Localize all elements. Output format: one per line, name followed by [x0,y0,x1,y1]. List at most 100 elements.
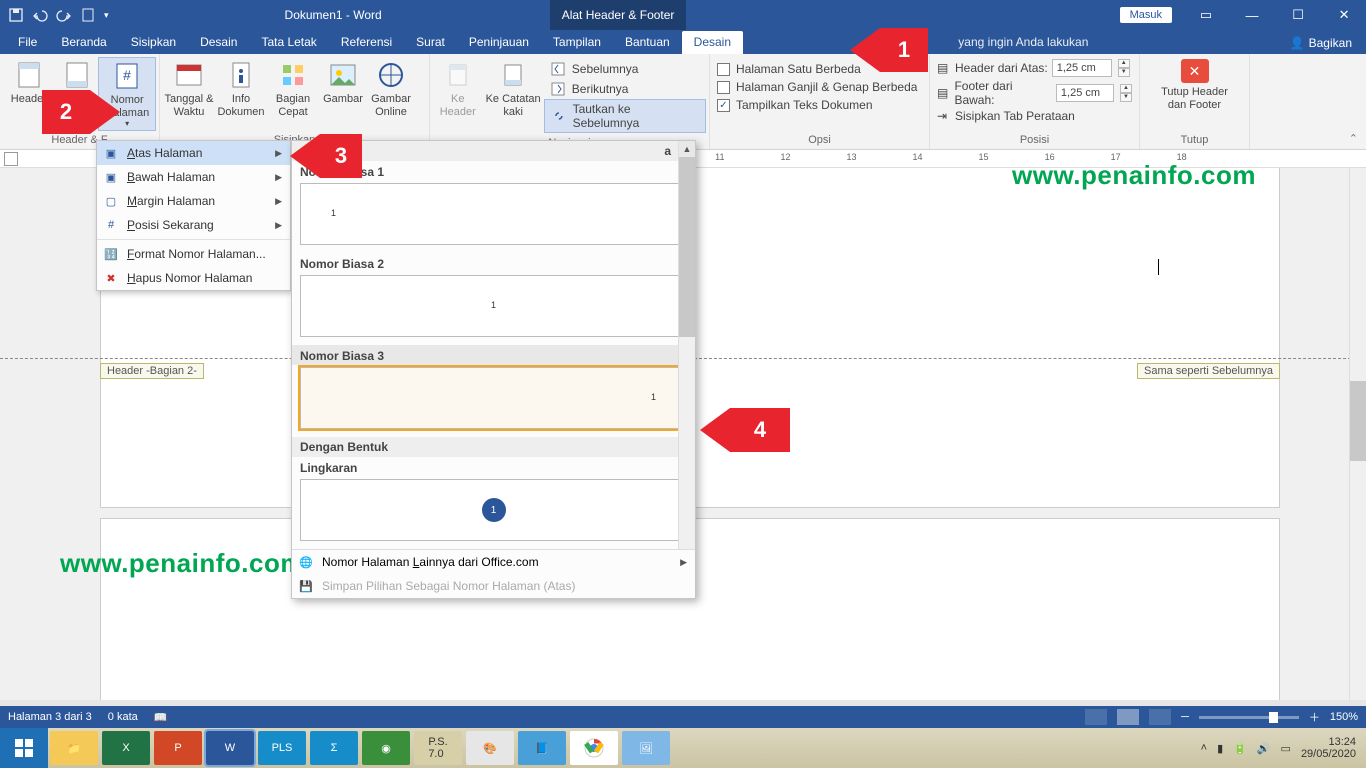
menu-format-page-numbers[interactable]: 🔢 Format Nomor Halaman... [97,242,290,266]
touch-mode-icon[interactable] [80,7,96,23]
tab-selector-icon[interactable] [4,152,18,166]
tray-lang-icon[interactable]: ▭ [1281,742,1291,755]
taskbar-notepad-icon[interactable]: 📘 [518,731,566,765]
tab-home[interactable]: Beranda [49,31,118,54]
date-time-button[interactable]: Tanggal & Waktu [163,57,215,120]
ribbon-display-icon[interactable]: ▭ [1184,0,1228,30]
tell-me-box[interactable]: yang ingin Anda lakukan [918,31,1100,54]
zoom-out-icon[interactable]: ─ [1181,711,1189,723]
tray-clock[interactable]: 13:24 29/05/2020 [1301,736,1356,760]
zoom-in-icon[interactable]: ＋ [1309,709,1320,725]
spinner-icon[interactable]: ▲▼ [1120,84,1132,102]
tab-file[interactable]: File [6,31,49,54]
doc-info-button[interactable]: Info Dokumen [215,57,267,120]
tab-insert[interactable]: Sisipkan [119,31,188,54]
different-odd-even-check[interactable]: Halaman Ganjil & Genap Berbeda [713,78,926,96]
close-header-footer-button[interactable]: ✕ Tutup Header dan Footer [1145,57,1245,113]
gallery-save-selection: 💾 Simpan Pilihan Sebagai Nomor Halaman (… [292,574,695,598]
menu-top-of-page[interactable]: ▣ Atas Halaman ▶ [97,141,290,165]
previous-button[interactable]: Sebelumnya [544,59,706,79]
read-mode-icon[interactable] [1085,709,1107,725]
tray-volume-icon[interactable]: 🔊 [1257,742,1271,755]
tray-chevron-icon[interactable]: ˄ [1201,742,1207,754]
office-icon: 🌐 [298,554,314,570]
status-proofing-icon[interactable]: 📖 [154,711,168,724]
gallery-plain-number-3[interactable]: 1 [300,367,687,429]
zoom-level[interactable]: 150% [1330,711,1358,723]
redo-icon[interactable] [56,7,72,23]
insert-alignment-tab-button[interactable]: ⇥ Sisipkan Tab Perataan [933,108,1136,124]
web-layout-icon[interactable] [1149,709,1171,725]
status-page[interactable]: Halaman 3 dari 3 [8,711,92,723]
spinner-icon[interactable]: ▲▼ [1118,59,1130,77]
taskbar-pls-icon[interactable]: PLS [258,731,306,765]
footer-from-bottom-input[interactable]: 1,25 cm [1056,84,1114,102]
tab-review[interactable]: Peninjauan [457,31,541,54]
taskbar-ps7-icon[interactable]: P.S.7.0 [414,731,462,765]
tab-view[interactable]: Tampilan [541,31,613,54]
tab-design[interactable]: Desain [188,31,249,54]
picture-button[interactable]: Gambar [319,57,367,120]
menu-page-margins[interactable]: ▢ Margin Halaman ▶ [97,189,290,213]
page-top-icon: ▣ [103,145,119,161]
header-from-top-input[interactable]: 1,25 cm [1052,59,1112,77]
next-button[interactable]: Berikutnya [544,79,706,99]
maximize-button[interactable]: ☐ [1276,0,1320,30]
close-button[interactable]: ✕ [1322,0,1366,30]
tab-references[interactable]: Referensi [329,31,404,54]
share-button[interactable]: 👤Bagikan [1276,32,1366,54]
taskbar-word-icon[interactable]: W [206,731,254,765]
menu-current-position[interactable]: # Posisi Sekarang ▶ [97,213,290,237]
gallery-circle[interactable]: 1 [300,479,687,541]
gallery-more-from-office[interactable]: 🌐 Nomor Halaman Lainnya dari Office.com … [292,550,695,574]
system-tray[interactable]: ˄ ▮ 🔋 🔊 ▭ 13:24 29/05/2020 [1191,736,1366,760]
tray-network-icon[interactable]: ▮ [1217,742,1223,755]
menu-bottom-of-page[interactable]: ▣ Bawah Halaman ▶ [97,165,290,189]
gallery-scrollbar[interactable]: ▲▼ [678,141,695,549]
gallery-plain-number-2[interactable]: 1 [300,275,687,337]
minimize-button[interactable]: ― [1230,0,1274,30]
taskbar-photos-icon[interactable]: 🖼 [622,731,670,765]
quick-parts-button[interactable]: Bagian Cepat [267,57,319,120]
share-icon: 👤 [1290,36,1305,50]
tab-mailings[interactable]: Surat [404,31,457,54]
status-word-count[interactable]: 0 kata [108,711,138,723]
goto-footer-button[interactable]: Ke Catatan kaki [482,57,543,135]
collapse-ribbon-icon[interactable]: ⌃ [1349,132,1358,145]
undo-icon[interactable] [32,7,48,23]
tab-help[interactable]: Bantuan [613,31,682,54]
tab-hf-design[interactable]: Desain [682,31,743,54]
remove-icon: ✖ [103,270,119,286]
vertical-scrollbar[interactable] [1349,168,1366,700]
header-top-icon: ▤ [937,61,951,75]
ribbon-tabs: File Beranda Sisipkan Desain Tata Letak … [0,30,1366,54]
start-button[interactable] [0,728,48,768]
tray-battery-icon[interactable]: 🔋 [1233,742,1247,755]
annotation-arrow-2: 2 [42,90,90,134]
menu-remove-page-numbers[interactable]: ✖ Hapus Nomor Halaman [97,266,290,290]
print-layout-icon[interactable] [1117,709,1139,725]
header-from-top-row[interactable]: ▤ Header dari Atas: 1,25 cm ▲▼ [933,58,1136,78]
taskbar-explorer-icon[interactable]: 📁 [50,731,98,765]
qat-more-icon[interactable]: ▾ [104,10,109,21]
zoom-slider[interactable] [1199,716,1299,719]
link-previous-button[interactable]: Tautkan ke Sebelumnya [544,99,706,133]
goto-header-button[interactable]: Ke Header [433,57,482,135]
taskbar-sigma-icon[interactable]: Σ [310,731,358,765]
taskbar-app-icon[interactable]: ◉ [362,731,410,765]
taskbar-excel-icon[interactable]: X [102,731,150,765]
page-bottom-icon: ▣ [103,169,119,185]
save-icon[interactable] [8,7,24,23]
contextual-tab-title: Alat Header & Footer [550,0,687,30]
format-icon: 🔢 [103,246,119,262]
show-document-text-check[interactable]: ✓Tampilkan Teks Dokumen [713,96,926,114]
online-picture-button[interactable]: Gambar Online [367,57,415,120]
taskbar-chrome-icon[interactable] [570,731,618,765]
footer-from-bottom-row[interactable]: ▤ Footer dari Bawah: 1,25 cm ▲▼ [933,78,1136,108]
taskbar-powerpoint-icon[interactable]: P [154,731,202,765]
sign-in-button[interactable]: Masuk [1120,7,1172,23]
gallery-plain-number-1[interactable]: 1 [300,183,687,245]
taskbar-paint-icon[interactable]: 🎨 [466,731,514,765]
group-label-close: Tutup [1140,132,1249,149]
tab-layout[interactable]: Tata Letak [249,31,328,54]
